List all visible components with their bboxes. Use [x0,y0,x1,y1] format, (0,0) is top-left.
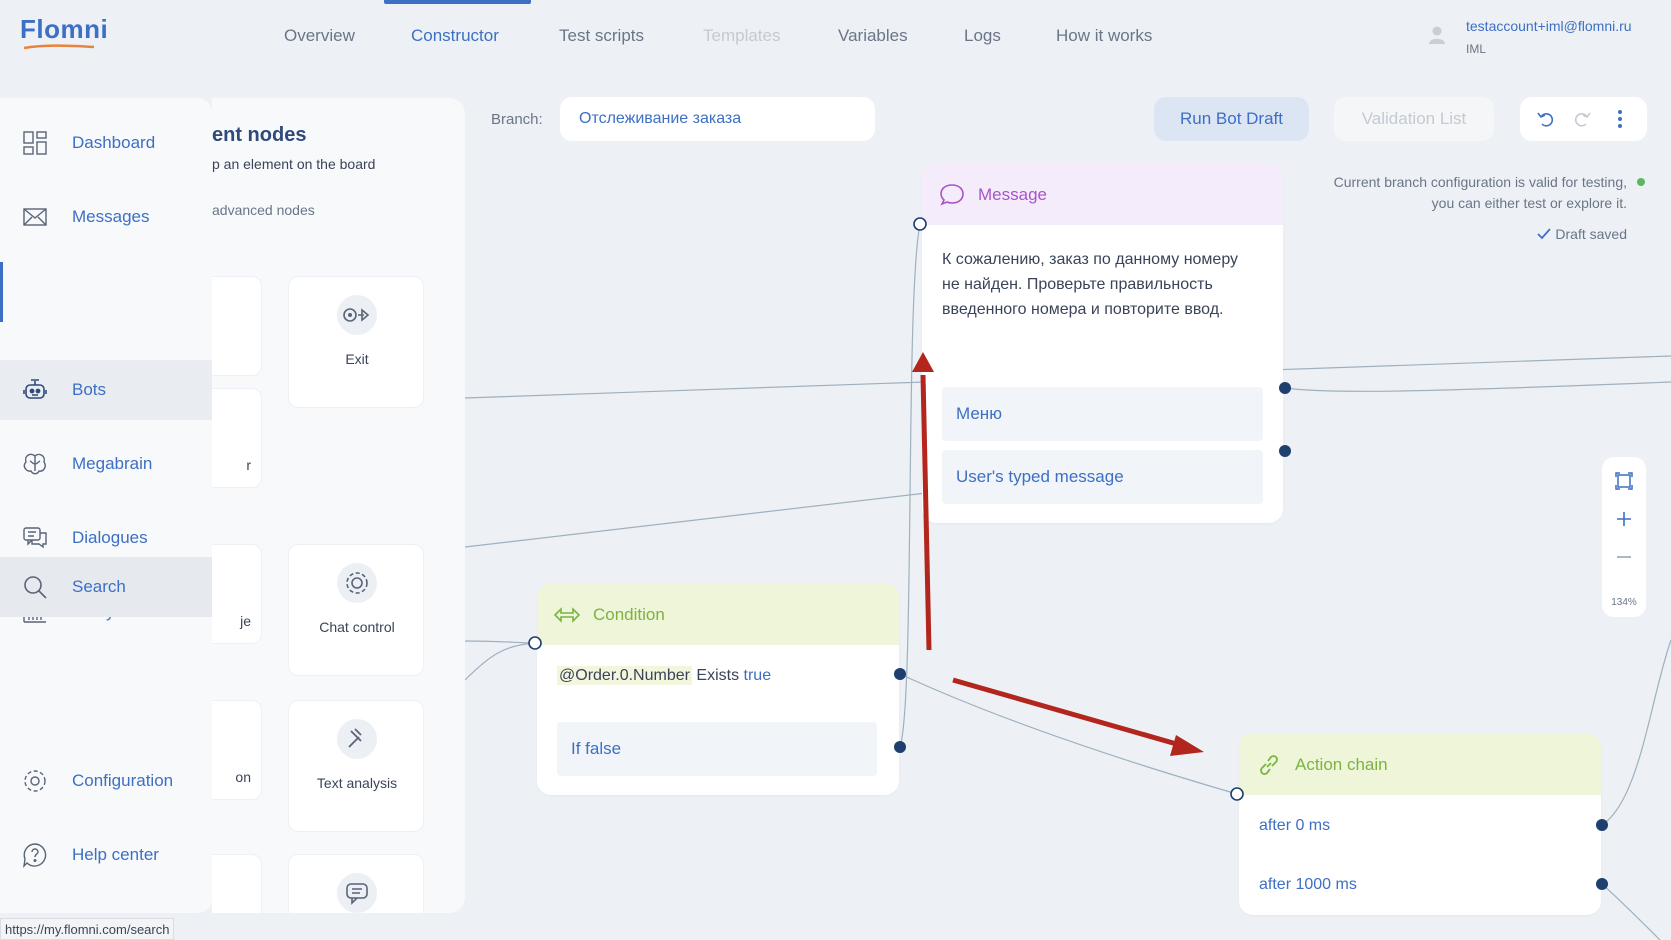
annotation-arrowhead [912,352,934,372]
output-port [1279,382,1291,394]
ports-and-annotations [528,217,1608,890]
annotation-arrow-up [920,374,932,651]
output-port [1596,878,1608,890]
annotation-arrowhead [1170,735,1204,756]
output-port [1596,819,1608,831]
input-port [1230,787,1244,801]
input-port [528,636,542,650]
annotation-arrow-diagonal [952,677,1181,748]
output-port [894,668,906,680]
input-port [913,217,927,231]
status-bar-url: https://my.flomni.com/search [0,918,175,940]
output-port [894,741,906,753]
output-port [1279,445,1291,457]
